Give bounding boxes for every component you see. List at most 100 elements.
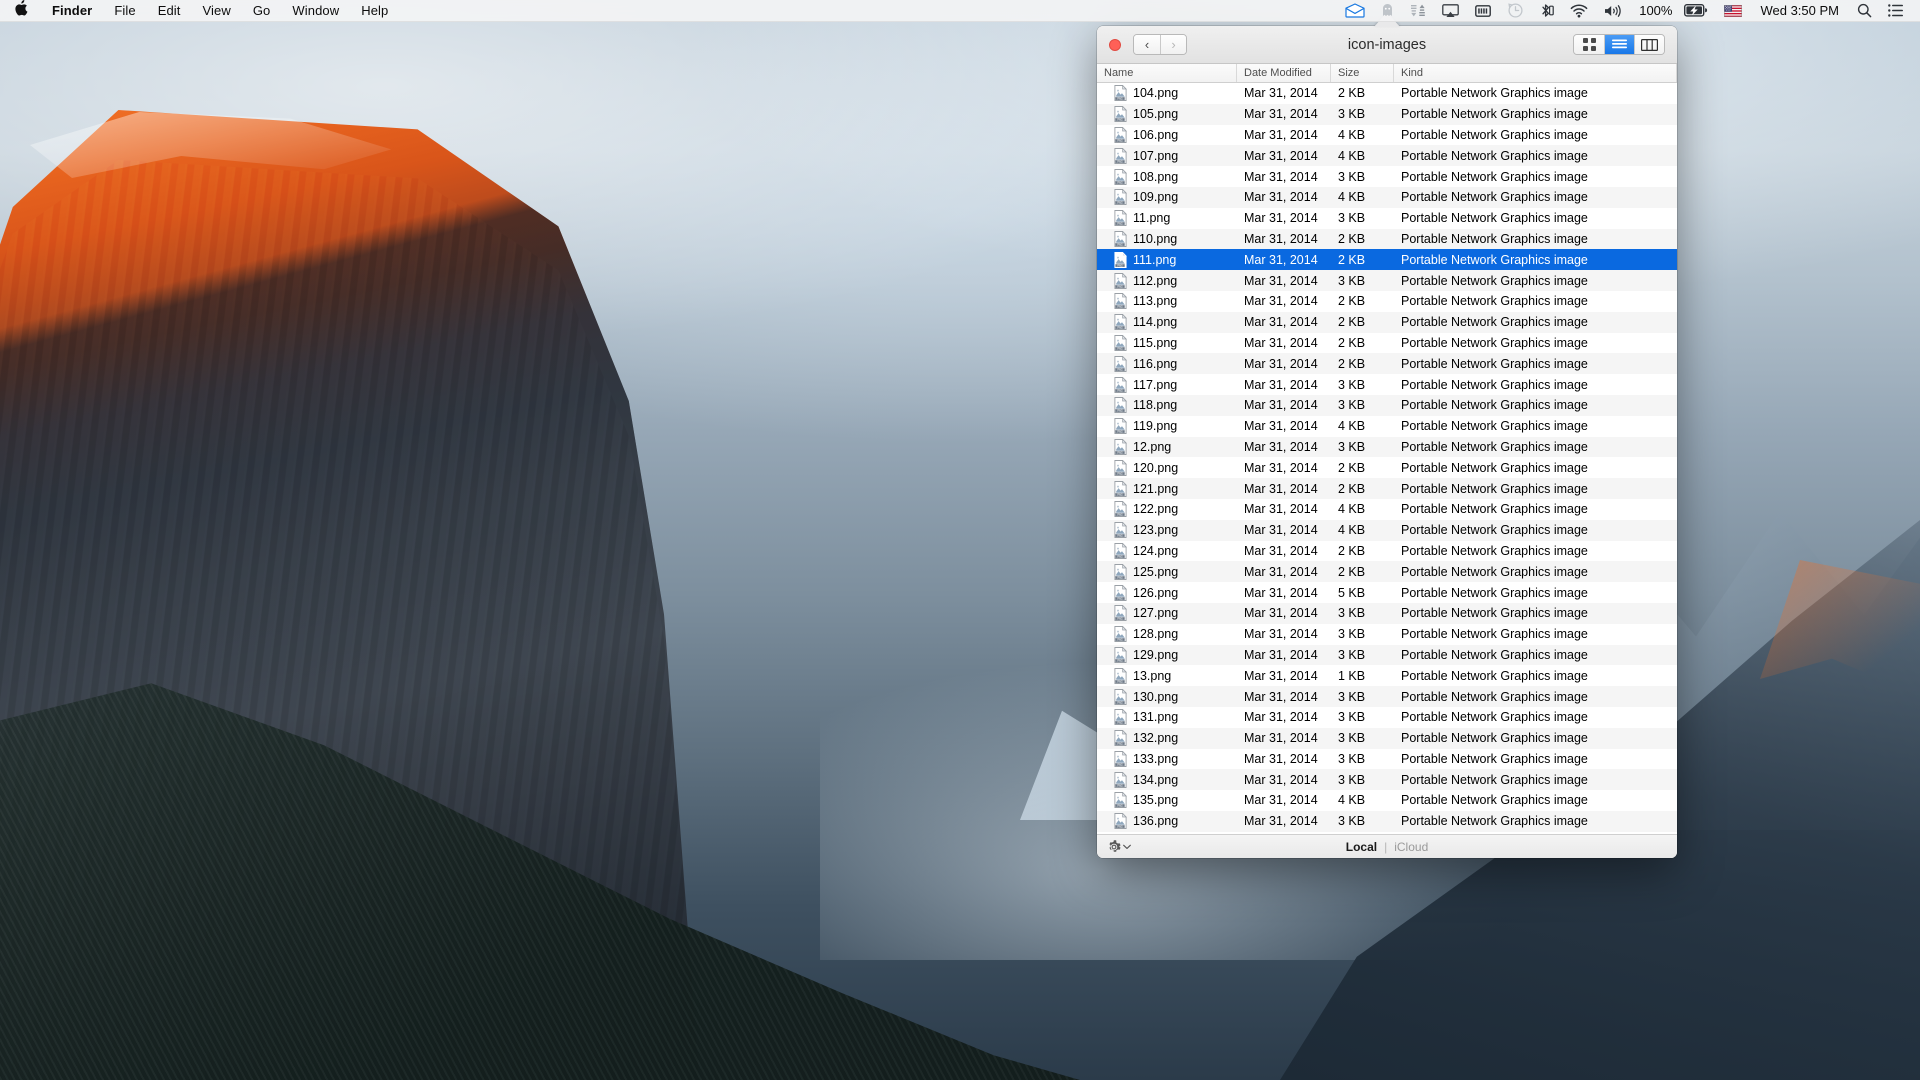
table-row[interactable]: PNG 109.png Mar 31, 2014 4 KB Portable Netw…: [1097, 186, 1677, 208]
file-name-cell[interactable]: PNG 119.png: [1097, 418, 1237, 435]
table-row[interactable]: PNG 113.png Mar 31, 2014 2 KB Portable Netw…: [1097, 290, 1677, 312]
file-name-cell[interactable]: PNG 136.png: [1097, 813, 1237, 830]
file-name-cell[interactable]: PNG 130.png: [1097, 688, 1237, 705]
file-name-cell[interactable]: PNG 123.png: [1097, 522, 1237, 539]
battery-percentage[interactable]: 100%: [1631, 3, 1676, 18]
apple-logo-icon[interactable]: [0, 0, 41, 22]
file-name-cell[interactable]: PNG 121.png: [1097, 480, 1237, 497]
file-name-cell[interactable]: PNG 112.png: [1097, 272, 1237, 289]
table-row[interactable]: PNG 111.png Mar 31, 2014 2 KB Portable Netw…: [1097, 249, 1677, 271]
table-row[interactable]: PNG 135.png Mar 31, 2014 4 KB Portable Netw…: [1097, 790, 1677, 811]
table-row[interactable]: PNG 129.png Mar 31, 2014 3 KB Portable Netw…: [1097, 644, 1677, 666]
back-button[interactable]: ‹: [1134, 35, 1160, 54]
wifi-icon[interactable]: [1562, 0, 1596, 22]
table-row[interactable]: PNG 125.png Mar 31, 2014 2 KB Portable Netw…: [1097, 561, 1677, 583]
menu-go[interactable]: Go: [242, 0, 282, 22]
table-row[interactable]: PNG 134.png Mar 31, 2014 3 KB Portable Netw…: [1097, 769, 1677, 791]
table-row[interactable]: PNG 136.png Mar 31, 2014 3 KB Portable Netw…: [1097, 810, 1677, 832]
column-header-name[interactable]: Name: [1097, 64, 1237, 82]
file-list[interactable]: PNG 104.png Mar 31, 2014 2 KB Portable Netw…: [1097, 83, 1677, 834]
file-name-cell[interactable]: PNG 132.png: [1097, 730, 1237, 747]
file-name-cell[interactable]: PNG 125.png: [1097, 563, 1237, 580]
table-row[interactable]: PNG 105.png Mar 31, 2014 3 KB Portable Netw…: [1097, 103, 1677, 125]
table-row[interactable]: PNG 132.png Mar 31, 2014 3 KB Portable Netw…: [1097, 727, 1677, 749]
table-row[interactable]: PNG 120.png Mar 31, 2014 2 KB Portable Netw…: [1097, 457, 1677, 479]
file-name-cell[interactable]: PNG 13.png: [1097, 667, 1237, 684]
file-name-cell[interactable]: PNG 104.png: [1097, 85, 1237, 102]
table-row[interactable]: PNG 116.png Mar 31, 2014 2 KB Portable Netw…: [1097, 353, 1677, 375]
table-row[interactable]: PNG 121.png Mar 31, 2014 2 KB Portable Netw…: [1097, 478, 1677, 499]
column-header-size[interactable]: Size: [1331, 64, 1394, 82]
table-row[interactable]: PNG 124.png Mar 31, 2014 2 KB Portable Netw…: [1097, 540, 1677, 562]
table-row[interactable]: PNG 126.png Mar 31, 2014 5 KB Portable Netw…: [1097, 582, 1677, 603]
file-name-cell[interactable]: PNG 134.png: [1097, 771, 1237, 788]
file-name-cell[interactable]: PNG 120.png: [1097, 459, 1237, 476]
us-flag-icon[interactable]: [1716, 0, 1750, 22]
file-name-cell[interactable]: PNG 124.png: [1097, 542, 1237, 559]
table-row[interactable]: PNG 13.png Mar 31, 2014 1 KB Portable Netwo…: [1097, 665, 1677, 687]
table-row[interactable]: PNG 106.png Mar 31, 2014 4 KB Portable Netw…: [1097, 124, 1677, 146]
file-name-cell[interactable]: PNG 116.png: [1097, 355, 1237, 372]
file-name-cell[interactable]: PNG 126.png: [1097, 584, 1237, 601]
file-name-cell[interactable]: PNG 105.png: [1097, 106, 1237, 123]
battery-status-icon[interactable]: [1467, 0, 1500, 22]
file-name-cell[interactable]: PNG 114.png: [1097, 314, 1237, 331]
menu-finder[interactable]: Finder: [41, 0, 103, 22]
file-name-cell[interactable]: PNG 135.png: [1097, 792, 1237, 809]
local-tab[interactable]: Local: [1346, 840, 1377, 854]
file-name-cell[interactable]: PNG 110.png: [1097, 230, 1237, 247]
menu-bar-clock[interactable]: Wed 3:50 PM: [1750, 3, 1849, 18]
table-row[interactable]: PNG 130.png Mar 31, 2014 3 KB Portable Netw…: [1097, 686, 1677, 707]
file-name-cell[interactable]: PNG 122.png: [1097, 501, 1237, 518]
icon-view-button[interactable]: [1574, 35, 1604, 54]
table-row[interactable]: PNG 122.png Mar 31, 2014 4 KB Portable Netw…: [1097, 498, 1677, 520]
file-name-cell[interactable]: PNG 107.png: [1097, 147, 1237, 164]
column-view-button[interactable]: [1634, 35, 1664, 54]
file-name-cell[interactable]: PNG 12.png: [1097, 438, 1237, 455]
icloud-tab[interactable]: iCloud: [1394, 840, 1428, 854]
file-name-cell[interactable]: PNG 133.png: [1097, 750, 1237, 767]
table-row[interactable]: PNG 104.png Mar 31, 2014 2 KB Portable Netw…: [1097, 83, 1677, 104]
forward-button[interactable]: ›: [1160, 35, 1186, 54]
settings-gear-icon[interactable]: [1107, 839, 1131, 854]
file-name-cell[interactable]: PNG 115.png: [1097, 334, 1237, 351]
file-name-cell[interactable]: PNG 108.png: [1097, 168, 1237, 185]
airplay-icon[interactable]: [1434, 0, 1467, 22]
table-row[interactable]: PNG 131.png Mar 31, 2014 3 KB Portable Netw…: [1097, 706, 1677, 728]
file-name-cell[interactable]: PNG 131.png: [1097, 709, 1237, 726]
table-row[interactable]: PNG 112.png Mar 31, 2014 3 KB Portable Netw…: [1097, 270, 1677, 291]
file-name-cell[interactable]: PNG 111.png: [1097, 251, 1237, 268]
file-name-cell[interactable]: PNG 109.png: [1097, 189, 1237, 206]
file-name-cell[interactable]: PNG 11.png: [1097, 210, 1237, 227]
menu-help[interactable]: Help: [350, 0, 399, 22]
menu-view[interactable]: View: [192, 0, 242, 22]
file-name-cell[interactable]: PNG 128.png: [1097, 626, 1237, 643]
table-row[interactable]: PNG 107.png Mar 31, 2014 4 KB Portable Netw…: [1097, 145, 1677, 167]
table-row[interactable]: PNG 127.png Mar 31, 2014 3 KB Portable Netw…: [1097, 602, 1677, 624]
file-name-cell[interactable]: PNG 118.png: [1097, 397, 1237, 414]
column-header-kind[interactable]: Kind: [1394, 64, 1677, 82]
volume-icon[interactable]: [1596, 0, 1631, 22]
table-row[interactable]: PNG 11.png Mar 31, 2014 3 KB Portable Netwo…: [1097, 207, 1677, 229]
file-name-cell[interactable]: PNG 113.png: [1097, 293, 1237, 310]
list-view-button[interactable]: [1604, 35, 1634, 54]
table-row[interactable]: PNG 119.png Mar 31, 2014 4 KB Portable Netw…: [1097, 415, 1677, 437]
battery-charging-icon[interactable]: [1676, 0, 1716, 22]
table-row[interactable]: PNG 123.png Mar 31, 2014 4 KB Portable Netw…: [1097, 519, 1677, 541]
column-header-date-modified[interactable]: Date Modified: [1237, 64, 1331, 82]
table-row[interactable]: PNG 114.png Mar 31, 2014 2 KB Portable Netw…: [1097, 311, 1677, 333]
bluetooth-icon[interactable]: [1531, 0, 1562, 22]
file-name-cell[interactable]: PNG 117.png: [1097, 376, 1237, 393]
menu-edit[interactable]: Edit: [147, 0, 192, 22]
close-window-button[interactable]: [1109, 38, 1121, 51]
table-row[interactable]: PNG 108.png Mar 31, 2014 3 KB Portable Netw…: [1097, 166, 1677, 187]
table-row[interactable]: PNG 133.png Mar 31, 2014 3 KB Portable Netw…: [1097, 748, 1677, 770]
table-row[interactable]: PNG 118.png Mar 31, 2014 3 KB Portable Netw…: [1097, 394, 1677, 416]
file-name-cell[interactable]: PNG 106.png: [1097, 126, 1237, 143]
ghost-icon[interactable]: [1373, 0, 1402, 22]
dropbox-icon[interactable]: [1337, 0, 1373, 22]
menu-file[interactable]: File: [103, 0, 146, 22]
menu-window[interactable]: Window: [281, 0, 350, 22]
notification-center-icon[interactable]: [1880, 0, 1912, 22]
table-row[interactable]: PNG 128.png Mar 31, 2014 3 KB Portable Netw…: [1097, 623, 1677, 645]
